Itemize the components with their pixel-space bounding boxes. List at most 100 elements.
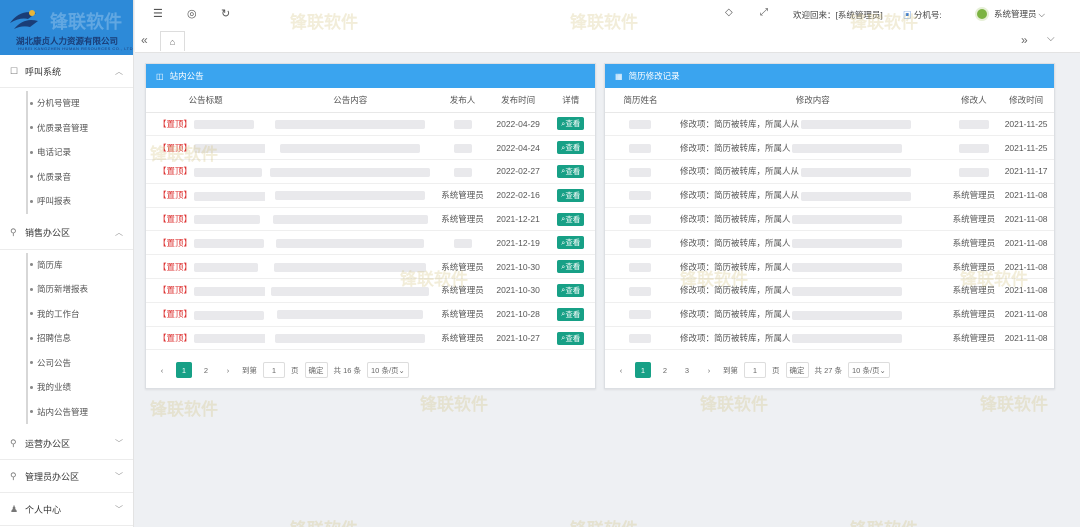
view-button[interactable]: ⌕ 查看 [557,260,585,274]
redacted-text [629,239,652,248]
resume-name-cell [605,135,676,161]
notice-title-cell: 【置顶】 [146,159,266,184]
sidebar-item[interactable]: 站内公告管理 [0,400,133,425]
sidebar-group[interactable]: ⚲ 销售办公区 ︿ [0,217,133,250]
refresh-icon[interactable]: ↻ [221,7,230,20]
column-header: 修改人 [949,88,999,113]
per-page-select[interactable]: 10 条/页 ⌄ [848,362,890,378]
user-name: 系统管理员 [994,9,1037,19]
menu-toggle-icon[interactable]: ☰ [153,7,163,20]
next-page-icon[interactable]: › [701,362,717,378]
change-text: 修改项：简历被转库，所属人从 [679,118,799,129]
prev-page-icon[interactable]: ‹ [613,362,629,378]
page-input[interactable]: 1 [263,362,285,378]
notice-title-cell: 【置顶】 [146,207,266,232]
redacted-text [958,167,989,177]
redacted-text [453,167,472,177]
tag-icon[interactable]: ◇ [725,7,733,18]
view-button[interactable]: ⌕ 查看 [557,188,585,202]
table-row: 【置顶】 2022-04-29 ⌕ 查看 [146,112,595,137]
watermark-text: 锋联软件 [150,400,218,420]
redacted-text [272,215,428,225]
extension-label: ▣ 分机号: [903,9,942,21]
redacted-text [194,286,266,296]
sidebar-item[interactable]: 我的业绩 [0,375,133,400]
sidebar-group[interactable]: ♟ 个人中心 ﹀ [0,493,133,526]
view-button[interactable]: ⌕ 查看 [557,212,585,226]
user-menu[interactable]: 系统管理员 ⌵ [975,7,1045,21]
sidebar-item[interactable]: 优质录音管理 [0,116,133,141]
publish-time-cell: 2021-10-30 [489,254,547,280]
publisher-cell: 系统管理员 [435,302,490,327]
table-row: 修改项：简历被转库，所属人 2021-11-25 [605,135,1054,161]
pinned-tag: 【置顶】 [158,142,193,153]
view-button[interactable]: ⌕ 查看 [557,164,585,178]
sidebar-item[interactable]: 电话记录 [0,140,133,165]
view-button[interactable]: ⌕ 查看 [557,331,585,345]
view-label: 查看 [565,285,581,295]
view-button[interactable]: ⌕ 查看 [557,307,585,321]
tabs-scroll-right-icon[interactable]: » [1021,33,1028,47]
page-number[interactable]: 1 [635,362,651,378]
redacted-text [792,334,903,344]
redacted-text [280,143,421,153]
redacted-text [453,239,472,248]
redacted-text [194,334,266,344]
table-row: 修改项：简历被转库，所属人从 系统管理员 2021-11-08 [605,183,1054,208]
page-number[interactable]: 1 [176,362,192,378]
watermark-text: 锋联软件 [570,515,638,527]
per-page-value: 10 条/页 [852,365,880,375]
prev-page-icon[interactable]: ‹ [154,362,170,378]
redacted-text [194,167,263,177]
resume-name-cell [605,326,676,351]
page-input[interactable]: 1 [744,362,766,378]
notice-content-cell [265,254,436,280]
view-button[interactable]: ⌕ 查看 [557,117,585,131]
resume-name-cell [605,183,676,208]
next-page-icon[interactable]: › [220,362,236,378]
sidebar-item[interactable]: 招聘信息 [0,326,133,351]
modifier-cell [949,135,999,161]
view-button[interactable]: ⌕ 查看 [557,141,585,155]
publisher-cell: 系统管理员 [435,254,490,280]
sidebar-item[interactable]: 我的工作台 [0,302,133,327]
column-header: 修改内容 [675,88,950,113]
sidebar-group-label: 个人中心 [25,504,62,515]
resume-name-cell [605,112,676,137]
tabs-scroll-left-icon[interactable]: « [141,33,148,47]
notice-title-cell: 【置顶】 [146,183,266,208]
globe-icon[interactable]: ◎ [187,7,197,20]
sidebar-item[interactable]: 分机号管理 [0,91,133,116]
page-number[interactable]: 2 [198,362,214,378]
sidebar-group[interactable]: ⚲ 运营办公区 ﹀ [0,427,133,460]
view-button[interactable]: ⌕ 查看 [557,236,585,250]
per-page-select[interactable]: 10 条/页 ⌄ [367,362,409,378]
publish-time-cell: 2022-02-16 [489,183,547,208]
confirm-button[interactable]: 确定 [304,362,328,378]
sidebar-item[interactable]: 呼叫报表 [0,189,133,214]
pinned-tag: 【置顶】 [158,166,193,177]
page-number[interactable]: 3 [679,362,695,378]
sidebar-group[interactable]: ☐ 呼叫系统 ︿ [0,55,133,88]
page-number[interactable]: 2 [657,362,673,378]
sidebar-item[interactable]: 公司公告 [0,351,133,376]
sidebar-group-icon: ☐ [10,65,19,76]
tab-home[interactable]: ⌂ [160,31,185,51]
fullscreen-icon[interactable]: ⤢ [760,7,768,18]
notice-content-cell [265,135,436,161]
redacted-text [629,334,652,344]
watermark-text: 锋联软件 [420,395,488,415]
table-row: 修改项：简历被转库，所属人 系统管理员 2021-11-08 [605,302,1054,327]
table-row: 【置顶】 系统管理员 2021-10-30 ⌕ 查看 [146,278,595,303]
watermark-text: 锋联软件 [980,395,1048,415]
tabs-menu-chevron-icon[interactable]: ⌵ [1047,33,1055,44]
sidebar-item[interactable]: 优质录音 [0,165,133,190]
notice-title-cell: 【置顶】 [146,112,266,137]
sidebar-item[interactable]: 简历库 [0,253,133,278]
notice-title-cell: 【置顶】 [146,135,266,161]
sidebar-group[interactable]: ⚲ 管理员办公区 ﹀ [0,460,133,493]
pinned-tag: 【置顶】 [158,214,193,225]
view-button[interactable]: ⌕ 查看 [557,283,585,297]
confirm-button[interactable]: 确定 [785,362,809,378]
sidebar-item[interactable]: 简历新增报表 [0,277,133,302]
